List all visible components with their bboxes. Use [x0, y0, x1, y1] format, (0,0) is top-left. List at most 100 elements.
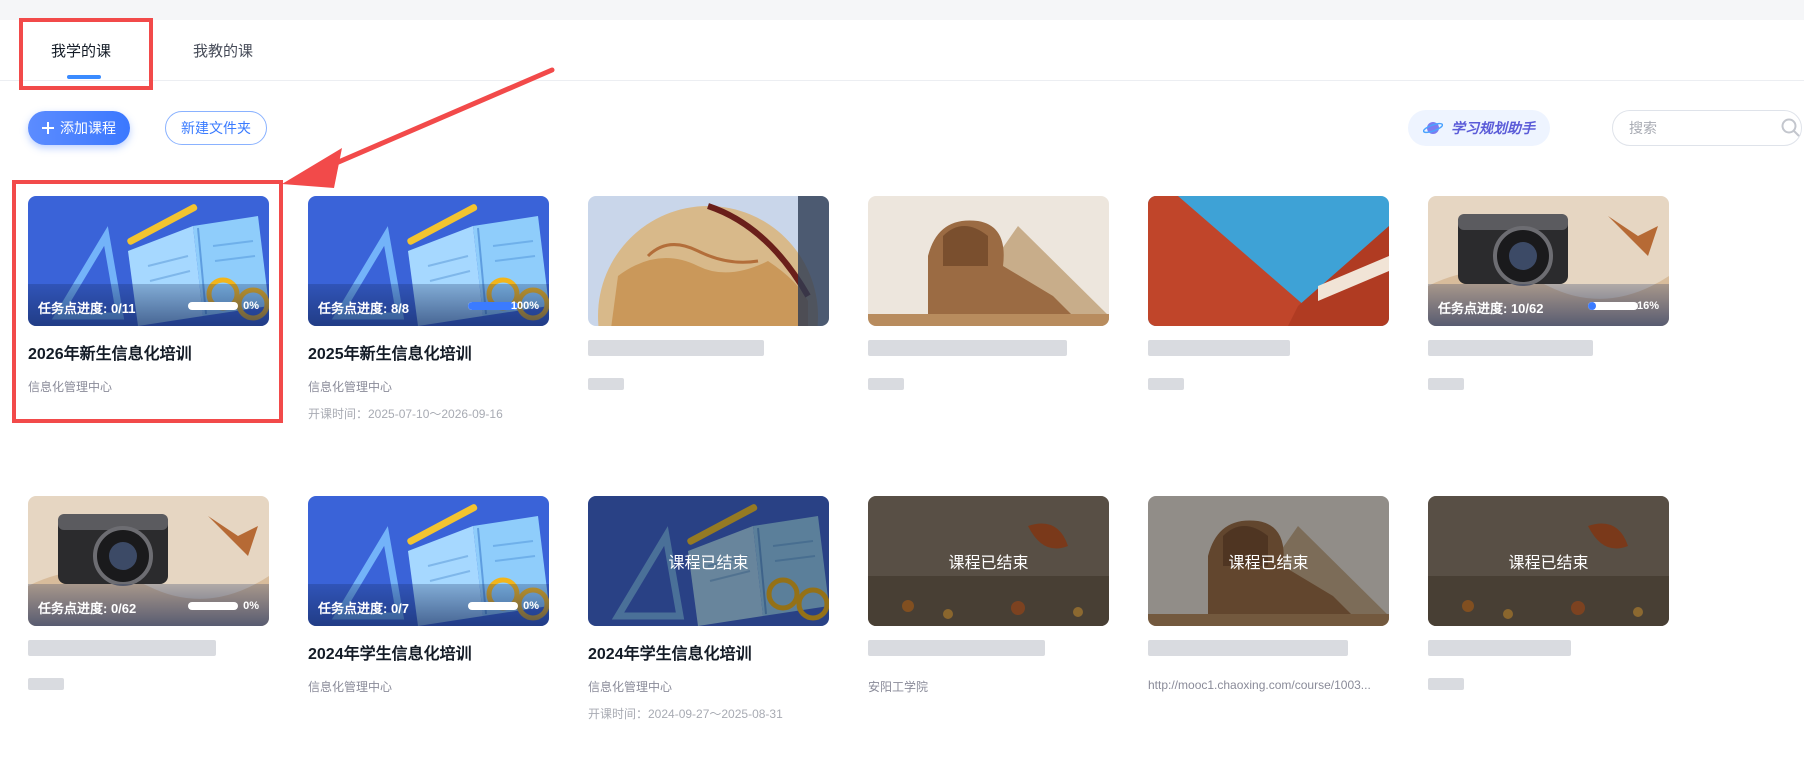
search-input[interactable] [1627, 119, 1781, 137]
redacted-text [1428, 640, 1571, 656]
course-thumbnail[interactable]: 任务点进度: 10/62 16% [1428, 196, 1669, 326]
progress-label: 任务点进度: 10/62 [1438, 301, 1544, 316]
course-title[interactable]: 2025年新生信息化培训 [308, 340, 549, 363]
progress-bar-fill [1588, 302, 1596, 310]
progress-percent: 100% [510, 300, 539, 312]
progress-label: 任务点进度: 0/62 [38, 601, 137, 616]
course-ended-overlay: 课程已结束 [1148, 496, 1389, 626]
progress-percent: 0% [243, 300, 259, 312]
course-thumbnail[interactable] [588, 196, 829, 326]
progress-percent: 0% [243, 600, 259, 612]
study-plan-assistant-button[interactable]: 学习规划助手 [1408, 110, 1550, 146]
course-thumbnail[interactable]: 课程已结束 [1428, 496, 1669, 626]
tab-my-teaching[interactable]: 我教的课 [193, 40, 253, 61]
course-title[interactable] [588, 340, 829, 362]
task-progress: 任务点进度: 0/7 0% [308, 584, 549, 626]
progress-label: 任务点进度: 0/7 [318, 601, 410, 616]
course-card[interactable]: 任务点进度: 8/8 100% 2025年新生信息化培训信息化管理中心开课时间：20… [308, 196, 549, 422]
redacted-text [1148, 340, 1290, 356]
course-org [1428, 678, 1669, 690]
redacted-text [1428, 340, 1593, 356]
course-cover-building [1148, 196, 1389, 326]
progress-label: 任务点进度: 0/11 [38, 301, 136, 316]
redacted-text [28, 678, 64, 690]
redacted-text [1148, 640, 1348, 656]
course-thumbnail[interactable]: 任务点进度: 0/11 0% [28, 196, 269, 326]
redacted-text [1428, 378, 1464, 390]
progress-bar [188, 602, 238, 610]
task-progress: 任务点进度: 0/62 0% [28, 584, 269, 626]
add-course-button[interactable]: 添加课程 [28, 111, 130, 145]
course-card[interactable]: 课程已结束 2024年学生信息化培训信息化管理中心开课时间：2024-09-27～… [588, 496, 829, 722]
course-org: 信息化管理中心 [308, 380, 393, 394]
course-org [868, 378, 1109, 390]
course-thumbnail[interactable]: 课程已结束 [868, 496, 1109, 626]
highlight-box-tab [19, 18, 153, 90]
course-title[interactable] [1428, 340, 1669, 362]
redacted-text [1148, 378, 1184, 390]
course-title[interactable] [1148, 340, 1389, 362]
progress-bar [468, 602, 518, 610]
course-thumbnail[interactable]: 任务点进度: 8/8 100% [308, 196, 549, 326]
progress-bar [1588, 302, 1638, 310]
course-card[interactable]: 任务点进度: 0/62 0% [28, 496, 269, 690]
course-org: http://mooc1.chaoxing.com/course/1003... [1148, 678, 1371, 692]
course-org: 安阳工学院 [868, 680, 929, 694]
progress-percent: 0% [523, 600, 539, 612]
course-card[interactable]: 任务点进度: 10/62 16% [1428, 196, 1669, 390]
course-title[interactable]: 2024年学生信息化培训 [308, 640, 549, 663]
course-cover-sphinx [868, 196, 1109, 326]
course-card[interactable]: 任务点进度: 0/7 0% 2024年学生信息化培训信息化管理中心 [308, 496, 549, 695]
progress-bar [188, 302, 238, 310]
course-org [588, 378, 829, 390]
planet-icon [1423, 122, 1443, 134]
course-ended-overlay: 课程已结束 [588, 496, 829, 626]
course-card[interactable]: 课程已结束安阳工学院 [868, 496, 1109, 695]
course-time: 开课时间：2025-07-10～2026-09-16 [308, 407, 503, 421]
task-progress: 任务点进度: 0/11 0% [28, 284, 269, 326]
course-org: 信息化管理中心 [308, 680, 393, 694]
new-folder-button[interactable]: 新建文件夹 [165, 111, 267, 145]
course-card[interactable]: 任务点进度: 0/11 0% 2026年新生信息化培训信息化管理中心 [28, 196, 269, 395]
course-cover-globe [588, 196, 829, 326]
course-thumbnail[interactable] [868, 196, 1109, 326]
redacted-text [588, 340, 764, 356]
course-title[interactable]: 2026年新生信息化培训 [28, 340, 269, 363]
redacted-text [868, 640, 1045, 656]
search-box[interactable] [1612, 110, 1802, 146]
course-card[interactable] [588, 196, 829, 390]
course-title[interactable] [28, 640, 269, 662]
course-org [1148, 378, 1389, 390]
course-title[interactable] [868, 640, 1109, 662]
course-title[interactable] [1148, 640, 1389, 662]
course-org [28, 678, 269, 690]
course-card[interactable]: 课程已结束 http://mooc1.chaoxing.com/course/10… [1148, 496, 1389, 692]
plus-icon [42, 122, 54, 134]
task-progress: 任务点进度: 8/8 100% [308, 284, 549, 326]
course-title[interactable] [1428, 640, 1669, 662]
redacted-text [1428, 678, 1464, 690]
course-org: 信息化管理中心 [588, 680, 673, 694]
redacted-text [868, 378, 904, 390]
progress-percent: 16% [1636, 300, 1659, 312]
redacted-text [28, 640, 216, 656]
course-thumbnail[interactable] [1148, 196, 1389, 326]
progress-label: 任务点进度: 8/8 [318, 301, 410, 316]
task-progress: 任务点进度: 10/62 16% [1428, 284, 1669, 326]
course-ended-overlay: 课程已结束 [1428, 496, 1669, 626]
redacted-text [588, 378, 624, 390]
course-org: 信息化管理中心 [28, 380, 113, 394]
course-thumbnail[interactable]: 任务点进度: 0/62 0% [28, 496, 269, 626]
search-icon[interactable] [1781, 118, 1801, 138]
course-thumbnail[interactable]: 课程已结束 [588, 496, 829, 626]
redacted-text [868, 340, 1067, 356]
course-thumbnail[interactable]: 课程已结束 [1148, 496, 1389, 626]
course-time: 开课时间：2024-09-27～2025-08-31 [588, 707, 783, 721]
course-title[interactable] [868, 340, 1109, 362]
course-ended-overlay: 课程已结束 [868, 496, 1109, 626]
course-card[interactable] [868, 196, 1109, 390]
course-title[interactable]: 2024年学生信息化培训 [588, 640, 829, 663]
course-card[interactable] [1148, 196, 1389, 390]
course-card[interactable]: 课程已结束 [1428, 496, 1669, 690]
course-thumbnail[interactable]: 任务点进度: 0/7 0% [308, 496, 549, 626]
